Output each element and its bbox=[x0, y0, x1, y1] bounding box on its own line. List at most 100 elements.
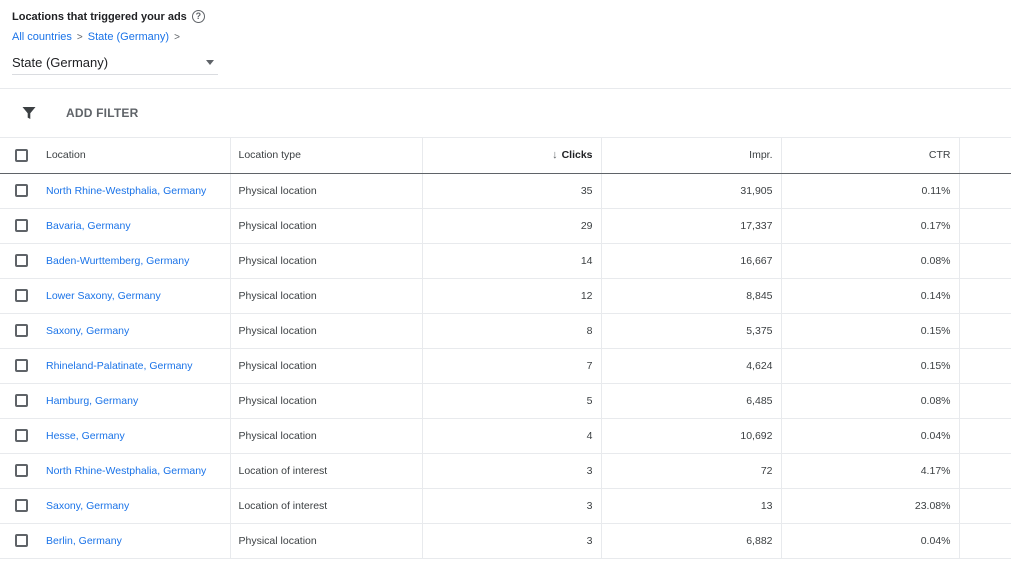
locations-table: Location Location type ↓ Clicks Impr. CTR… bbox=[0, 138, 1011, 559]
row-checkbox[interactable] bbox=[15, 359, 28, 372]
clicks-cell: 8 bbox=[422, 313, 602, 349]
row-checkbox[interactable] bbox=[15, 464, 28, 477]
table-row: Lower Saxony, Germany Physical location … bbox=[0, 278, 1011, 314]
location-link[interactable]: Rhineland-Palatinate, Germany bbox=[46, 360, 193, 372]
row-checkbox-cell bbox=[0, 383, 40, 419]
level-dropdown[interactable]: State (Germany) bbox=[12, 50, 218, 75]
location-type-cell: Physical location bbox=[230, 173, 423, 209]
ctr-cell: 0.04% bbox=[781, 418, 960, 454]
row-checkbox[interactable] bbox=[15, 394, 28, 407]
location-type-cell: Physical location bbox=[230, 243, 423, 279]
column-header-impr[interactable]: Impr. bbox=[601, 138, 782, 174]
table-row: Baden-Wurttemberg, Germany Physical loca… bbox=[0, 243, 1011, 279]
clicks-cell: 14 bbox=[422, 243, 602, 279]
row-checkbox[interactable] bbox=[15, 534, 28, 547]
breadcrumb-all-countries[interactable]: All countries bbox=[12, 31, 72, 43]
row-checkbox-cell bbox=[0, 488, 40, 524]
ctr-cell: 0.15% bbox=[781, 313, 960, 349]
ctr-cell: 0.14% bbox=[781, 278, 960, 314]
location-type-cell: Physical location bbox=[230, 418, 423, 454]
location-type-cell: Location of interest bbox=[230, 488, 423, 524]
location-link[interactable]: Hamburg, Germany bbox=[46, 395, 138, 407]
impr-cell: 6,485 bbox=[601, 383, 782, 419]
column-header-ctr[interactable]: CTR bbox=[781, 138, 960, 174]
breadcrumb: All countries > State (Germany) > bbox=[12, 31, 185, 43]
column-header-location[interactable]: Location bbox=[40, 138, 231, 174]
impr-cell: 10,692 bbox=[601, 418, 782, 454]
row-checkbox-cell bbox=[0, 313, 40, 349]
breadcrumb-chevron-icon: > bbox=[174, 31, 180, 43]
location-link[interactable]: Berlin, Germany bbox=[46, 535, 122, 547]
clicks-cell: 5 bbox=[422, 383, 602, 419]
table-row: Rhineland-Palatinate, Germany Physical l… bbox=[0, 348, 1011, 384]
table-row: Bavaria, Germany Physical location 29 17… bbox=[0, 208, 1011, 244]
ctr-cell: 0.11% bbox=[781, 173, 960, 209]
title-row: Locations that triggered your ads ? bbox=[12, 10, 205, 23]
breadcrumb-chevron-icon: > bbox=[76, 31, 83, 43]
column-header-location-type[interactable]: Location type bbox=[230, 138, 423, 174]
column-header-clicks[interactable]: ↓ Clicks bbox=[422, 138, 602, 174]
location-link[interactable]: North Rhine-Westphalia, Germany bbox=[46, 185, 206, 197]
clicks-cell: 3 bbox=[422, 453, 602, 489]
column-header-clicks-label: Clicks bbox=[561, 149, 593, 162]
table-row: Hesse, Germany Physical location 4 10,69… bbox=[0, 418, 1011, 454]
location-link[interactable]: North Rhine-Westphalia, Germany bbox=[46, 465, 206, 477]
impr-cell: 72 bbox=[601, 453, 782, 489]
clicks-cell: 29 bbox=[422, 208, 602, 244]
row-checkbox[interactable] bbox=[15, 429, 28, 442]
row-checkbox[interactable] bbox=[15, 324, 28, 337]
clicks-cell: 3 bbox=[422, 523, 602, 559]
table-row: Saxony, Germany Location of interest 3 1… bbox=[0, 488, 1011, 524]
level-dropdown-value: State (Germany) bbox=[12, 54, 109, 70]
clicks-cell: 35 bbox=[422, 173, 602, 209]
ctr-cell: 0.04% bbox=[781, 523, 960, 559]
table-header-row: Location Location type ↓ Clicks Impr. CTR bbox=[0, 138, 1011, 174]
help-icon[interactable]: ? bbox=[191, 10, 205, 23]
row-checkbox-cell bbox=[0, 243, 40, 279]
impr-cell: 8,845 bbox=[601, 278, 782, 314]
row-checkbox[interactable] bbox=[15, 289, 28, 302]
clicks-cell: 7 bbox=[422, 348, 602, 384]
select-all-checkbox[interactable] bbox=[15, 148, 28, 162]
location-type-cell: Physical location bbox=[230, 208, 423, 244]
clicks-cell: 4 bbox=[422, 418, 602, 454]
ctr-cell: 23.08% bbox=[781, 488, 960, 524]
impr-cell: 17,337 bbox=[601, 208, 782, 244]
location-link[interactable]: Bavaria, Germany bbox=[46, 220, 131, 232]
page-title: Locations that triggered your ads bbox=[12, 10, 187, 23]
table-row: Hamburg, Germany Physical location 5 6,4… bbox=[0, 383, 1011, 419]
row-checkbox-cell bbox=[0, 348, 40, 384]
column-header-empty bbox=[959, 138, 1011, 174]
table-row: North Rhine-Westphalia, Germany Location… bbox=[0, 453, 1011, 489]
caret-down-icon bbox=[206, 59, 214, 65]
location-type-cell: Physical location bbox=[230, 313, 423, 349]
row-checkbox[interactable] bbox=[15, 254, 28, 267]
impr-cell: 5,375 bbox=[601, 313, 782, 349]
location-link[interactable]: Saxony, Germany bbox=[46, 325, 129, 337]
ctr-cell: 0.15% bbox=[781, 348, 960, 384]
row-checkbox[interactable] bbox=[15, 499, 28, 512]
table-row: Saxony, Germany Physical location 8 5,37… bbox=[0, 313, 1011, 349]
ctr-cell: 0.08% bbox=[781, 383, 960, 419]
impr-cell: 16,667 bbox=[601, 243, 782, 279]
location-link[interactable]: Saxony, Germany bbox=[46, 500, 129, 512]
location-link[interactable]: Baden-Wurttemberg, Germany bbox=[46, 255, 189, 267]
sort-arrow-down-icon: ↓ bbox=[552, 149, 558, 162]
row-checkbox-cell bbox=[0, 453, 40, 489]
ctr-cell: 4.17% bbox=[781, 453, 960, 489]
location-link[interactable]: Hesse, Germany bbox=[46, 430, 125, 442]
location-link[interactable]: Lower Saxony, Germany bbox=[46, 290, 161, 302]
header-checkbox-cell bbox=[0, 138, 40, 174]
row-checkbox[interactable] bbox=[15, 184, 28, 197]
impr-cell: 4,624 bbox=[601, 348, 782, 384]
location-type-cell: Physical location bbox=[230, 348, 423, 384]
clicks-cell: 12 bbox=[422, 278, 602, 314]
clicks-cell: 3 bbox=[422, 488, 602, 524]
location-type-cell: Location of interest bbox=[230, 453, 423, 489]
filter-funnel-icon[interactable] bbox=[22, 106, 36, 120]
row-checkbox-cell bbox=[0, 523, 40, 559]
impr-cell: 13 bbox=[601, 488, 782, 524]
row-checkbox[interactable] bbox=[15, 219, 28, 232]
breadcrumb-state-germany[interactable]: State (Germany) bbox=[88, 31, 169, 43]
add-filter-button[interactable]: ADD FILTER bbox=[66, 106, 138, 120]
